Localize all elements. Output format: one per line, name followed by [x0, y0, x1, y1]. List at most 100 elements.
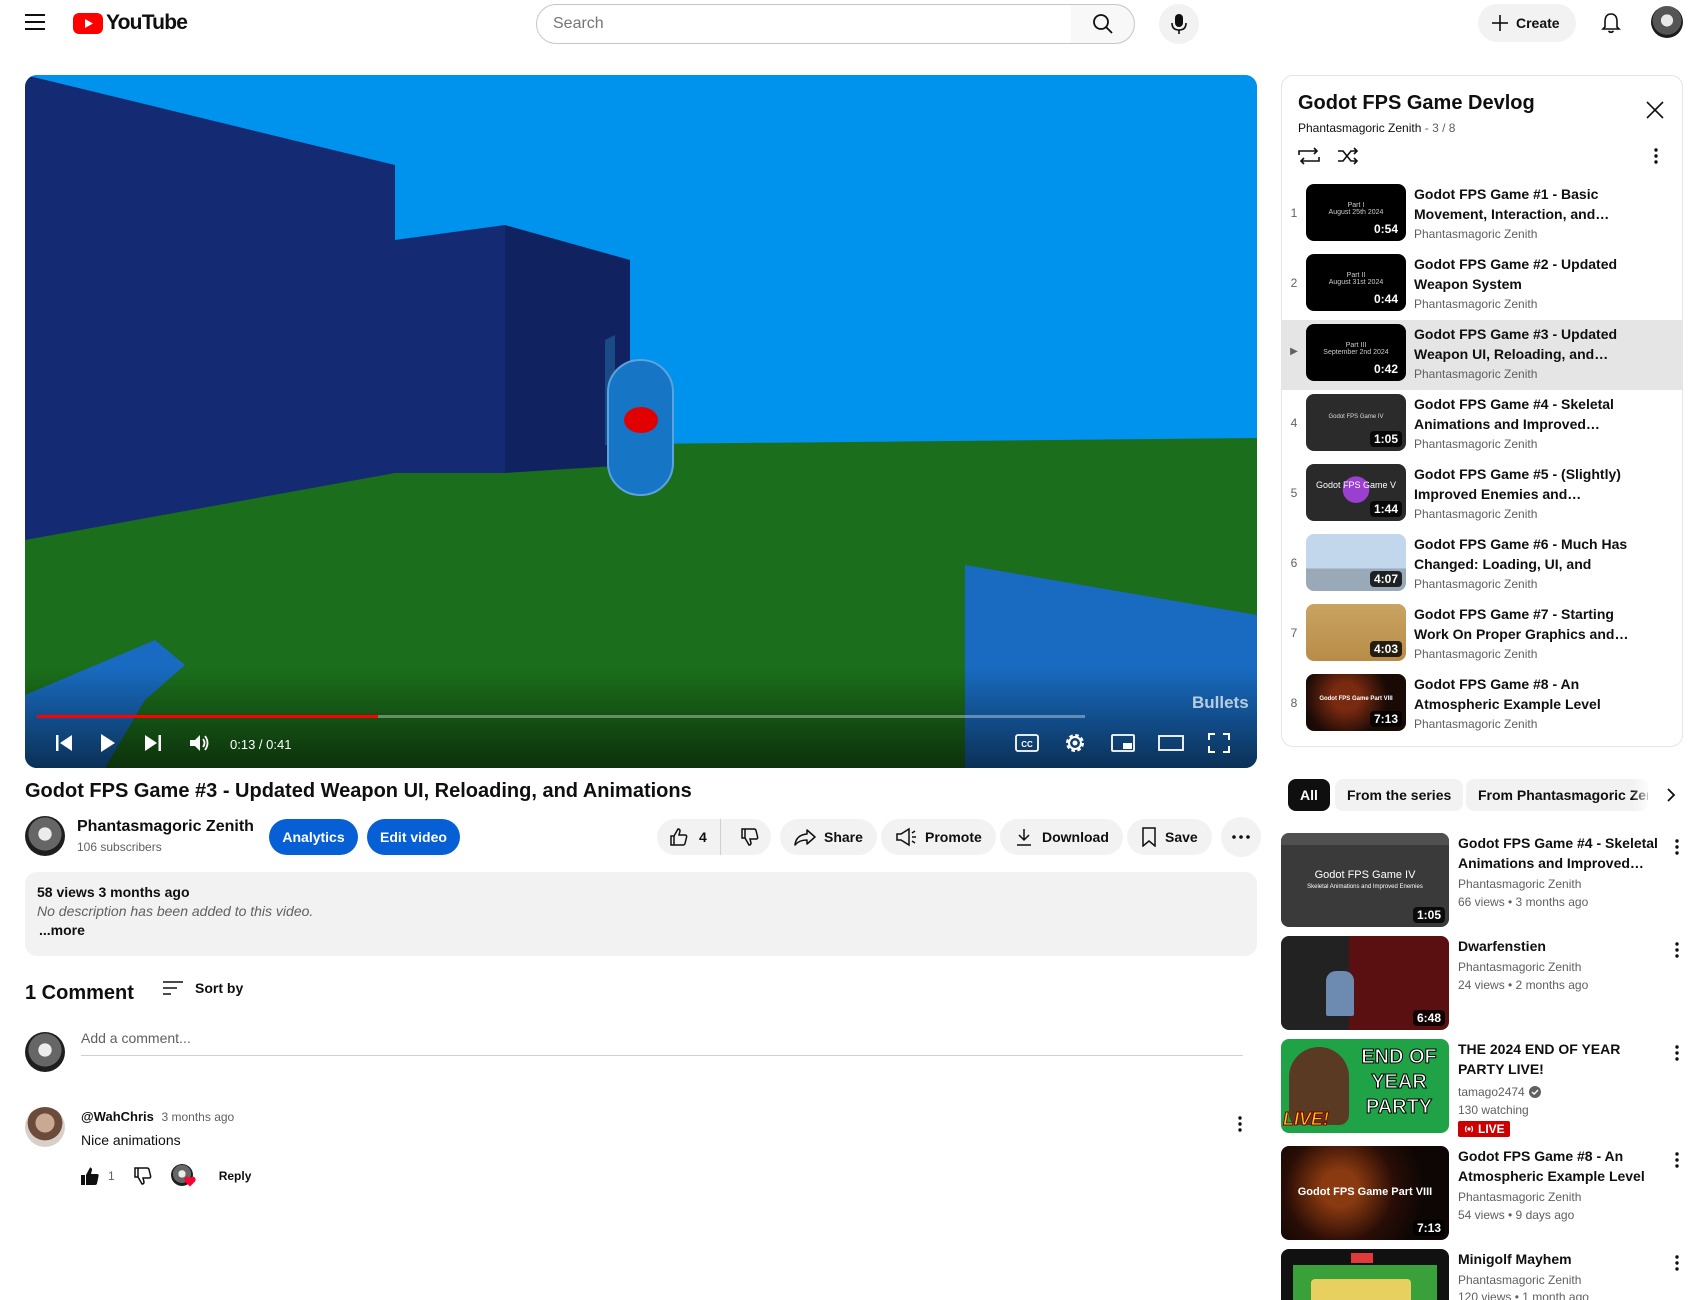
playlist-item[interactable]: 8 Godot FPS Game Part VIII 7:13 Godot FP… [1282, 670, 1682, 740]
next-button[interactable] [135, 728, 171, 758]
playlist-item-current[interactable]: ▶ Part III September 2nd 2024 0:42 Godot… [1282, 320, 1682, 390]
search-button[interactable] [1071, 4, 1135, 44]
shuffle-button[interactable] [1336, 146, 1360, 166]
account-avatar[interactable] [1651, 6, 1683, 38]
edit-video-button[interactable]: Edit video [367, 819, 460, 855]
subscriber-count: 106 subscribers [77, 840, 162, 854]
more-horizontal-icon [1232, 835, 1250, 839]
channel-name[interactable]: Phantasmagoric Zenith [1458, 877, 1581, 891]
theater-mode-icon [1158, 735, 1184, 751]
playlist-item[interactable]: 1 Part I August 25th 2024 0:54 Godot FPS… [1282, 180, 1682, 250]
comment-menu-button[interactable] [1228, 1112, 1252, 1136]
video-menu-button[interactable] [1665, 835, 1689, 859]
comment-like-button[interactable] [80, 1166, 100, 1186]
comment-author[interactable]: @WahChris [81, 1109, 154, 1124]
chevron-right-icon [1667, 788, 1676, 802]
thumbnail-text: Godot FPS Game V [1315, 480, 1397, 490]
commenter-avatar[interactable] [25, 1107, 65, 1147]
previous-button[interactable] [46, 728, 82, 758]
share-button[interactable]: Share [780, 819, 877, 855]
thumbnail-text: Part III September 2nd 2024 [1323, 342, 1389, 356]
playlist-item[interactable]: 2 Part II August 31st 2024 0:44 Godot FP… [1282, 250, 1682, 320]
fullscreen-button[interactable] [1201, 728, 1237, 758]
share-label: Share [824, 829, 863, 845]
playlist-item[interactable]: 7 4:03 Godot FPS Game #7 - Starting Work… [1282, 600, 1682, 670]
time-display: 0:13 / 0:41 [230, 737, 292, 752]
playlist-title[interactable]: Godot FPS Game Devlog [1298, 92, 1535, 115]
progress-bar[interactable] [37, 715, 1085, 718]
loop-button[interactable] [1296, 146, 1322, 166]
description-box[interactable]: 58 views 3 months ago No description has… [25, 872, 1257, 956]
playlist-item-channel: Phantasmagoric Zenith [1414, 647, 1538, 661]
menu-icon[interactable] [15, 2, 55, 42]
search-box[interactable] [536, 4, 1072, 44]
voice-search-button[interactable] [1159, 4, 1199, 44]
recommended-video[interactable]: END OF YEAR PARTY LIVE! THE 2024 END OF … [1281, 1039, 1700, 1143]
thumbnail-text: Part II August 31st 2024 [1328, 272, 1384, 286]
captions-button[interactable]: CC [1009, 728, 1045, 758]
comment-time[interactable]: 3 months ago [162, 1110, 235, 1124]
theater-mode-button[interactable] [1153, 728, 1189, 758]
video-menu-button[interactable] [1665, 1041, 1689, 1065]
playlist-item-index: 6 [1290, 556, 1298, 570]
close-playlist-button[interactable] [1641, 96, 1669, 124]
create-button[interactable]: Create [1478, 4, 1576, 42]
video-menu-button[interactable] [1665, 938, 1689, 962]
playlist-menu-button[interactable] [1648, 148, 1664, 166]
settings-button[interactable] [1057, 728, 1093, 758]
like-button[interactable]: 4 [657, 819, 721, 855]
video-menu-button[interactable] [1665, 1251, 1689, 1275]
channel-name[interactable]: Phantasmagoric Zenith [1458, 1273, 1581, 1287]
fullscreen-icon [1208, 733, 1230, 753]
save-label: Save [1165, 829, 1198, 845]
thumbs-down-icon [741, 828, 759, 846]
playlist-item[interactable]: 4 Godot FPS Game IV 1:05 Godot FPS Game … [1282, 390, 1682, 460]
mute-button[interactable] [182, 728, 218, 758]
playlist-item-channel: Phantasmagoric Zenith [1414, 297, 1538, 311]
video-title: Minigolf Mayhem [1458, 1251, 1572, 1267]
search-input[interactable] [553, 15, 1071, 33]
analytics-button[interactable]: Analytics [269, 819, 358, 855]
playlist-item-thumbnail: Godot FPS Game Part VIII 7:13 [1306, 674, 1406, 731]
youtube-logo[interactable]: YouTube [73, 11, 188, 35]
bookmark-icon [1142, 827, 1156, 847]
playlist-item-channel: Phantasmagoric Zenith [1414, 227, 1538, 241]
chip-all[interactable]: All [1288, 779, 1330, 811]
comment-dislike-button[interactable] [133, 1166, 153, 1186]
playlist-item-channel: Phantasmagoric Zenith [1414, 367, 1538, 381]
playlist-item[interactable]: 5 Godot FPS Game V 1:44 Godot FPS Game #… [1282, 460, 1682, 530]
recommended-video[interactable]: 6:48 Dwarfenstien Phantasmagoric Zenith … [1281, 936, 1700, 1032]
video-menu-button[interactable] [1665, 1148, 1689, 1172]
playlist-item-title: Godot FPS Game #6 - Much Has Changed: Lo… [1414, 536, 1628, 572]
recommended-video[interactable]: Godot FPS Game IV Skeletal Animations an… [1281, 833, 1700, 929]
play-button[interactable] [90, 728, 126, 758]
save-button[interactable]: Save [1127, 819, 1212, 855]
promote-button[interactable]: Promote [881, 819, 996, 855]
miniplayer-button[interactable] [1105, 728, 1141, 758]
close-icon [1646, 101, 1664, 119]
download-button[interactable]: Download [1000, 819, 1123, 855]
chips-next-button[interactable] [1632, 779, 1684, 811]
channel-name-row[interactable]: tamago2474 [1458, 1085, 1541, 1099]
channel-name[interactable]: Phantasmagoric Zenith [77, 818, 254, 836]
playlist-channel[interactable]: Phantasmagoric Zenith [1298, 121, 1421, 135]
notifications-button[interactable] [1591, 3, 1631, 43]
channel-name[interactable]: Phantasmagoric Zenith [1458, 960, 1581, 974]
thumbnail-text: Godot FPS Game IV [1328, 414, 1384, 420]
dislike-button[interactable] [729, 819, 771, 855]
chip-from-series[interactable]: From the series [1335, 779, 1464, 811]
channel-name[interactable]: Phantasmagoric Zenith [1458, 1190, 1581, 1204]
recommended-video[interactable]: Godot FPS Game Part VIII 7:13 Godot FPS … [1281, 1146, 1700, 1242]
chip-from-channel[interactable]: From Phantasmagoric Zenith [1466, 779, 1648, 811]
add-comment-input[interactable]: Add a comment... [81, 1030, 1243, 1056]
reply-button[interactable]: Reply [219, 1169, 252, 1183]
more-actions-button[interactable] [1221, 817, 1261, 857]
video-player[interactable]: Bullets [25, 75, 1257, 768]
playlist-item-title: Godot FPS Game #1 - Basic Movement, Inte… [1414, 186, 1610, 222]
recommended-video[interactable]: Minigolf Mayhem Phantasmagoric Zenith 12… [1281, 1249, 1700, 1300]
video-thumbnail [1281, 1249, 1449, 1300]
show-more-link[interactable]: ...more [37, 922, 1245, 938]
playlist-item[interactable]: 6 4:07 Godot FPS Game #6 - Much Has Chan… [1282, 530, 1682, 600]
sort-by-button[interactable]: Sort by [163, 980, 243, 996]
channel-avatar[interactable] [25, 816, 65, 856]
